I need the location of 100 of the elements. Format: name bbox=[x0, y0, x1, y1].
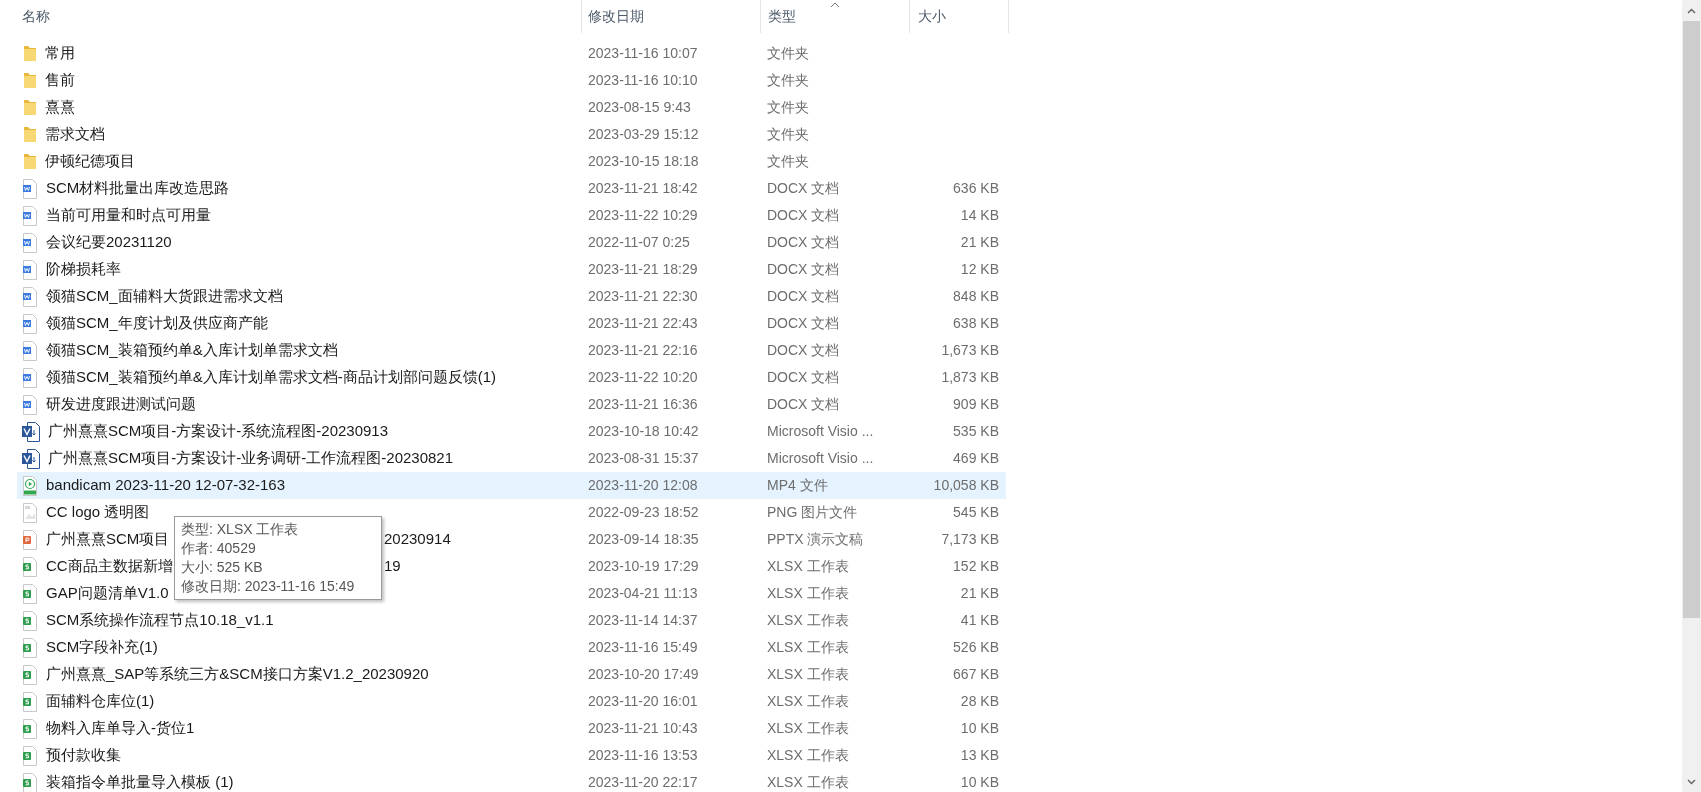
file-size: 469 KB bbox=[953, 449, 999, 468]
file-name: 研发进度跟进测试问题 bbox=[46, 394, 196, 415]
spreadsheet-file-icon bbox=[22, 637, 38, 658]
file-size: 7,173 KB bbox=[941, 530, 999, 549]
modified-date: 2023-04-21 11:13 bbox=[587, 584, 699, 603]
modified-date: 2023-08-15 9:43 bbox=[587, 98, 692, 117]
file-size: 1,873 KB bbox=[941, 368, 999, 387]
file-size: 636 KB bbox=[953, 179, 999, 198]
file-type: PPTX 演示文稿 bbox=[766, 530, 865, 549]
word-document-icon bbox=[22, 394, 38, 415]
file-size: 14 KB bbox=[960, 206, 999, 225]
tooltip-text: 类型: XLSX 工作表 bbox=[181, 520, 299, 539]
file-type: XLSX 工作表 bbox=[766, 638, 850, 657]
tooltip-text: 作者: 40529 bbox=[181, 539, 256, 558]
file-type: 文件夹 bbox=[766, 44, 810, 63]
selected-row-highlight[interactable]: bandicam 2023-11-20 12-07-32-163 2023-11-20 12:08 MP4 文件 10,058 KB bbox=[17, 472, 1006, 499]
spreadsheet-file-icon bbox=[22, 610, 38, 631]
file-size: 41 KB bbox=[960, 611, 999, 630]
folder-icon bbox=[23, 72, 37, 89]
modified-date: 2023-03-29 15:12 bbox=[587, 125, 700, 144]
file-type: XLSX 工作表 bbox=[766, 719, 850, 738]
file-name: 领猫SCM_装箱预约单&入库计划单需求文档-商品计划部问题反馈(1) bbox=[46, 367, 496, 388]
file-name: 物料入库单导入-货位1 bbox=[46, 718, 195, 739]
modified-date: 2022-11-07 0:25 bbox=[587, 233, 691, 252]
file-name: 装箱指令单批量导入模板 (1) bbox=[46, 772, 234, 792]
file-size: 667 KB bbox=[953, 665, 999, 684]
spreadsheet-file-icon bbox=[22, 691, 38, 712]
modified-date: 2023-11-21 22:16 bbox=[587, 341, 699, 360]
presentation-file-icon bbox=[22, 529, 38, 550]
file-type: DOCX 文档 bbox=[766, 395, 841, 414]
file-name: 预付款收集 bbox=[46, 745, 121, 766]
word-document-icon bbox=[22, 313, 38, 334]
file-size: 152 KB bbox=[953, 557, 999, 576]
file-size: 21 KB bbox=[960, 233, 999, 252]
spreadsheet-file-icon bbox=[22, 556, 38, 577]
modified-date: 2023-11-21 18:29 bbox=[587, 260, 699, 279]
column-header[interactable]: 修改日期 bbox=[588, 6, 644, 27]
file-name: 常用 bbox=[45, 43, 75, 64]
modified-date: 2023-11-22 10:29 bbox=[587, 206, 699, 225]
file-name: 需求文档 bbox=[45, 124, 105, 145]
file-type: DOCX 文档 bbox=[766, 206, 841, 225]
file-name: 广州熹熹_SAP等系统三方&SCM接口方案V1.2_20230920 bbox=[46, 664, 429, 685]
file-name: SCM系统操作流程节点10.18_v1.1 bbox=[46, 610, 274, 631]
scrollbar-thumb[interactable] bbox=[1683, 21, 1700, 618]
file-type: 文件夹 bbox=[766, 152, 810, 171]
file-name: 阶梯损耗率 bbox=[46, 259, 121, 280]
file-type: DOCX 文档 bbox=[766, 179, 841, 198]
file-type: XLSX 工作表 bbox=[766, 773, 850, 792]
file-size: 638 KB bbox=[953, 314, 999, 333]
visio-document-icon bbox=[22, 421, 40, 442]
file-type: 文件夹 bbox=[766, 71, 810, 90]
file-name: 20230914 bbox=[384, 529, 451, 550]
folder-icon bbox=[23, 126, 37, 143]
spreadsheet-file-icon bbox=[22, 745, 38, 766]
file-name: SCM字段补充(1) bbox=[46, 637, 158, 658]
chevron-up-icon bbox=[1687, 7, 1696, 14]
file-size: 10 KB bbox=[960, 773, 999, 792]
file-name: 广州熹熹SCM项目 bbox=[46, 529, 170, 550]
spreadsheet-file-icon bbox=[22, 718, 38, 739]
file-size: 12 KB bbox=[960, 260, 999, 279]
column-header[interactable]: 名称 bbox=[22, 6, 50, 27]
file-type: PNG 图片文件 bbox=[766, 503, 859, 522]
file-size: 535 KB bbox=[953, 422, 999, 441]
modified-date: 2023-10-15 18:18 bbox=[587, 152, 700, 171]
visio-document-icon bbox=[22, 448, 40, 469]
file-type: XLSX 工作表 bbox=[766, 584, 850, 603]
file-size: 909 KB bbox=[953, 395, 999, 414]
file-size: 10,058 KB bbox=[933, 476, 999, 495]
file-name: 熹熹 bbox=[45, 97, 75, 118]
spreadsheet-file-icon bbox=[22, 664, 38, 685]
file-name: CC logo 透明图 bbox=[46, 502, 150, 523]
file-type: DOCX 文档 bbox=[766, 341, 841, 360]
modified-date: 2023-08-31 15:37 bbox=[587, 449, 700, 468]
modified-date: 2023-11-22 10:20 bbox=[587, 368, 699, 387]
video-file-icon bbox=[22, 475, 38, 496]
file-size: 13 KB bbox=[960, 746, 999, 765]
folder-icon bbox=[23, 45, 37, 62]
file-name: 领猫SCM_装箱预约单&入库计划单需求文档 bbox=[46, 340, 338, 361]
file-size: 545 KB bbox=[953, 503, 999, 522]
modified-date: 2023-11-21 22:43 bbox=[587, 314, 699, 333]
word-document-icon bbox=[22, 205, 38, 226]
modified-date: 2023-10-19 17:29 bbox=[587, 557, 700, 576]
file-name: 面辅料仓库位(1) bbox=[46, 691, 155, 712]
folder-icon bbox=[23, 153, 37, 170]
modified-date: 2023-11-16 10:07 bbox=[587, 44, 699, 63]
file-type: XLSX 工作表 bbox=[766, 611, 850, 630]
modified-date: 2023-11-21 22:30 bbox=[587, 287, 699, 306]
modified-date: 2023-11-21 18:42 bbox=[587, 179, 699, 198]
word-document-icon bbox=[22, 367, 38, 388]
word-document-icon bbox=[22, 259, 38, 280]
tooltip-text: 大小: 525 KB bbox=[181, 558, 263, 577]
modified-date: 2023-11-20 16:01 bbox=[587, 692, 699, 711]
column-header[interactable]: 类型 bbox=[768, 6, 796, 27]
modified-date: 2023-11-16 15:49 bbox=[587, 638, 699, 657]
file-name: SCM材料批量出库改造思路 bbox=[46, 178, 230, 199]
modified-date: 2023-11-20 12:08 bbox=[587, 476, 699, 495]
column-header[interactable]: 大小 bbox=[918, 6, 946, 27]
file-type: XLSX 工作表 bbox=[766, 665, 850, 684]
file-name: GAP问题清单V1.0 bbox=[46, 583, 169, 604]
modified-date: 2023-10-20 17:49 bbox=[587, 665, 700, 684]
